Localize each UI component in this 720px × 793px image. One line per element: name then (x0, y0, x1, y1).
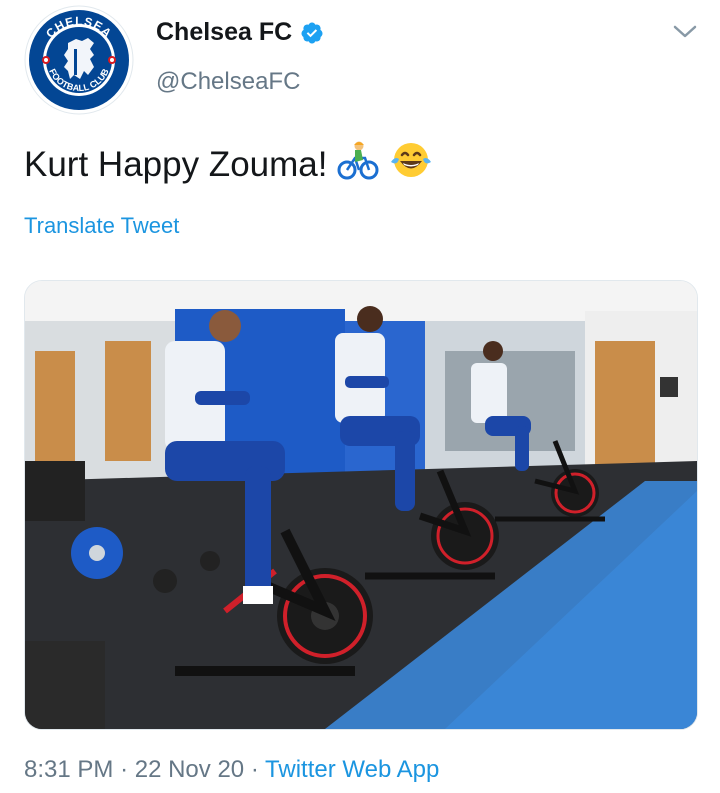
author-handle[interactable]: @ChelseaFC (156, 68, 300, 96)
author-name-row[interactable]: Chelsea FC (156, 18, 324, 47)
tweet-timestamp: 8:31 PM · 22 Nov 20 · Twitter Web App (24, 756, 439, 784)
tweet-text: Kurt Happy Zouma! (24, 140, 433, 189)
meta-separator: · (120, 756, 129, 783)
tweet-media-photo[interactable] (24, 280, 698, 730)
avatar[interactable]: CHELSEA FOOTBALL CLUB (24, 5, 134, 115)
display-name[interactable]: Chelsea FC (156, 18, 292, 47)
verified-badge-icon (301, 22, 323, 43)
tweet-body: Kurt Happy Zouma! (24, 144, 328, 184)
chevron-down-icon[interactable] (672, 22, 698, 42)
tweet-source-app[interactable]: Twitter Web App (265, 756, 439, 783)
translate-tweet-link[interactable]: Translate Tweet (24, 213, 179, 239)
meta-separator: · (250, 756, 259, 783)
tweet-time[interactable]: 8:31 PM (24, 756, 113, 783)
chelsea-crest-icon: CHELSEA FOOTBALL CLUB (24, 5, 134, 115)
tears-of-joy-emoji (389, 140, 433, 189)
tweet-date[interactable]: 22 Nov 20 (135, 756, 244, 783)
gym-photo-image (25, 281, 697, 729)
person-biking-emoji (337, 140, 379, 189)
